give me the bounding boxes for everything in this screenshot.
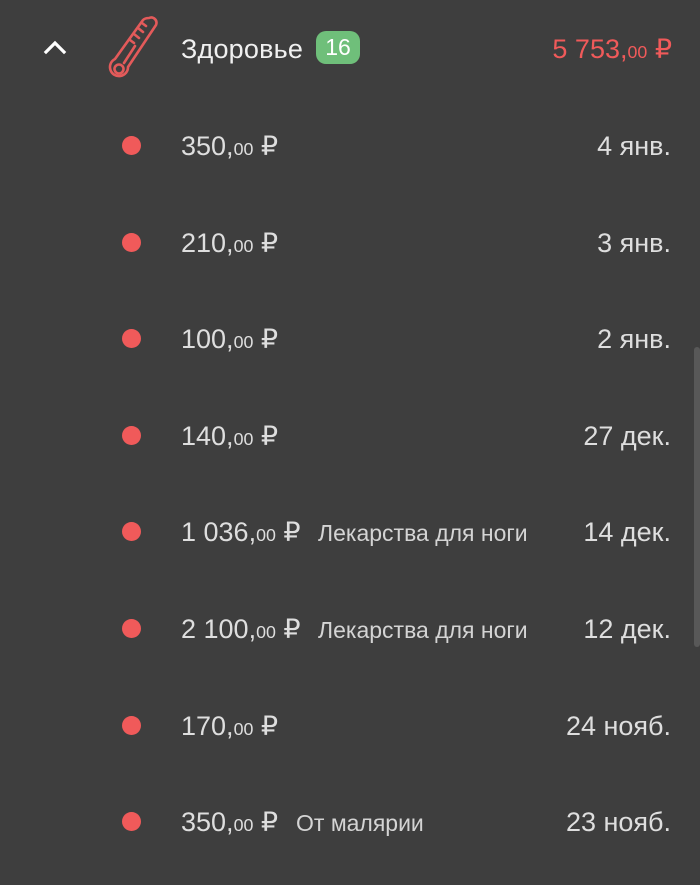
expense-amount-cents: 00 bbox=[256, 622, 276, 642]
expense-amount: 210,00 ₽ bbox=[181, 228, 278, 259]
transaction-count-badge: 16 bbox=[316, 31, 360, 64]
expense-date: 12 дек. bbox=[583, 614, 671, 644]
expense-note: Лекарства для ноги bbox=[318, 520, 528, 547]
expense-amount-cents: 00 bbox=[233, 139, 254, 159]
currency-symbol: ₽ bbox=[253, 227, 279, 258]
expense-date: 14 дек. bbox=[583, 517, 671, 548]
category-header[interactable]: Здоровье 16 5 753,00 ₽ bbox=[0, 0, 700, 96]
expense-amount: 140,00 ₽ bbox=[181, 421, 278, 452]
expense-amount-cents: 00 bbox=[233, 332, 254, 353]
expense-date: 27 дек. bbox=[583, 420, 671, 451]
expense-row[interactable]: 210,00 ₽3 янв. bbox=[0, 195, 700, 291]
expense-date: 4 янв. bbox=[597, 131, 671, 161]
expense-row[interactable]: 350,00 ₽4 янв. bbox=[0, 98, 700, 194]
expense-date: 24 нояб. bbox=[565, 710, 671, 741]
currency-symbol: ₽ bbox=[275, 517, 301, 548]
expense-amount-main: 2 100, bbox=[181, 614, 257, 644]
expense-amount-main: 100, bbox=[181, 324, 234, 355]
expense-dot-icon bbox=[122, 136, 141, 155]
expense-dot-icon bbox=[122, 425, 141, 445]
expense-row[interactable]: 1 036,00 ₽ Лекарства для ноги 14 дек. bbox=[0, 484, 700, 580]
expense-amount-main: 1 036, bbox=[181, 517, 257, 548]
expense-amount-cents: 00 bbox=[233, 235, 254, 256]
expense-amount: 350,00 ₽ bbox=[181, 807, 278, 838]
expense-row[interactable]: 100,00 ₽2 янв. bbox=[0, 291, 700, 387]
expense-amount: 170,00 ₽ bbox=[181, 711, 278, 742]
currency-symbol: ₽ bbox=[253, 710, 279, 741]
category-total-cents: 00 bbox=[627, 42, 648, 62]
expense-amount-cents: 00 bbox=[233, 428, 254, 449]
currency-symbol: ₽ bbox=[647, 34, 672, 64]
expense-date: 23 нояб. bbox=[565, 807, 671, 838]
currency-symbol: ₽ bbox=[253, 420, 279, 451]
category-title: Здоровье bbox=[181, 34, 304, 64]
expense-dot-icon bbox=[122, 329, 141, 349]
currency-symbol: ₽ bbox=[275, 614, 301, 644]
scrollbar[interactable] bbox=[694, 347, 700, 647]
expense-row[interactable]: 2 100,00 ₽ Лекарства для ноги 12 дек. bbox=[0, 581, 700, 677]
expense-amount-main: 210, bbox=[181, 227, 234, 258]
expense-amount: 2 100,00 ₽ bbox=[181, 614, 301, 645]
expense-note: От малярии bbox=[296, 810, 424, 837]
expense-amount-main: 170, bbox=[181, 710, 234, 741]
expense-row[interactable]: 350,00 ₽ От малярии 23 нояб. bbox=[0, 774, 700, 870]
expense-category-screen: Здоровье 16 5 753,00 ₽ 350,00 ₽4 янв. 210… bbox=[0, 0, 700, 885]
expense-dot-icon bbox=[122, 812, 141, 832]
expense-amount: 1 036,00 ₽ bbox=[181, 517, 301, 548]
category-total-main: 5 753, bbox=[552, 34, 628, 64]
currency-symbol: ₽ bbox=[253, 324, 279, 355]
expense-date: 3 янв. bbox=[597, 227, 671, 258]
currency-symbol: ₽ bbox=[253, 807, 279, 838]
currency-symbol: ₽ bbox=[253, 131, 279, 161]
expense-amount-main: 350, bbox=[181, 807, 234, 838]
expense-note: Лекарства для ноги bbox=[318, 617, 528, 643]
expense-amount-cents: 00 bbox=[256, 525, 276, 546]
expense-dot-icon bbox=[122, 232, 141, 252]
expense-dot-icon bbox=[122, 522, 141, 542]
thermometer-icon bbox=[108, 16, 158, 78]
expense-dot-icon bbox=[122, 715, 141, 735]
chevron-up-icon[interactable] bbox=[40, 32, 70, 62]
expense-row[interactable]: 170,00 ₽24 нояб. bbox=[0, 678, 700, 774]
expense-amount-main: 140, bbox=[181, 420, 234, 451]
expense-date: 2 янв. bbox=[597, 324, 671, 355]
expense-amount: 350,00 ₽ bbox=[181, 131, 278, 162]
expense-dot-icon bbox=[122, 619, 141, 638]
category-total: 5 753,00 ₽ bbox=[552, 34, 672, 65]
expense-amount-main: 350, bbox=[181, 131, 234, 161]
expense-amount: 100,00 ₽ bbox=[181, 324, 278, 355]
expense-row[interactable]: 140,00 ₽27 дек. bbox=[0, 388, 700, 484]
expense-amount-cents: 00 bbox=[233, 815, 254, 836]
expense-amount-cents: 00 bbox=[233, 718, 254, 739]
